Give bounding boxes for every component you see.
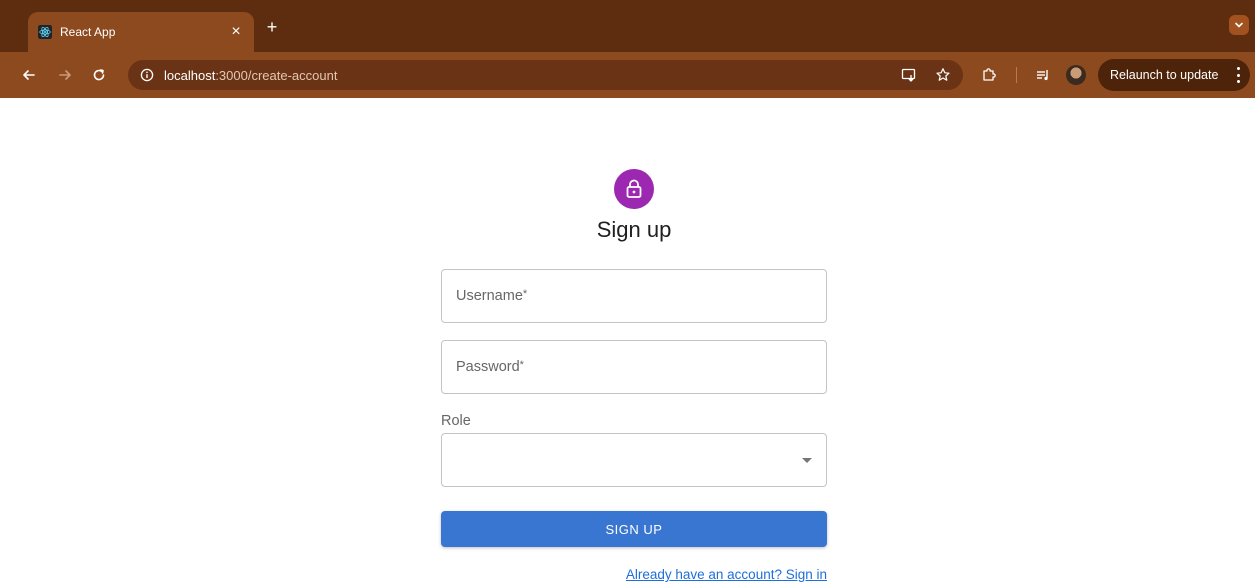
relaunch-to-update-button[interactable]: Relaunch to update xyxy=(1098,59,1250,91)
browser-toolbar: localhost:3000/create-account Relaunch t… xyxy=(0,52,1255,98)
media-controls-button[interactable] xyxy=(1032,64,1054,86)
role-select[interactable] xyxy=(441,433,827,487)
arrow-right-icon xyxy=(59,70,71,80)
sign-in-link[interactable]: Already have an account? Sign in xyxy=(441,567,827,582)
url-path: :3000/create-account xyxy=(215,67,338,83)
profile-avatar[interactable] xyxy=(1066,65,1086,85)
tab-search-button[interactable] xyxy=(1229,15,1249,35)
react-icon xyxy=(38,25,52,39)
username-label: Username* xyxy=(456,288,528,304)
password-field[interactable]: Password* xyxy=(441,340,827,394)
tab-title: React App xyxy=(60,25,116,39)
lock-icon xyxy=(626,179,642,198)
role-label: Role xyxy=(441,413,471,429)
tab-close-icon[interactable]: × xyxy=(224,24,248,40)
chevron-down-icon xyxy=(1235,22,1243,28)
reload-icon xyxy=(93,69,105,81)
browser-tab-react-app[interactable]: React App × xyxy=(28,12,254,52)
install-app-icon[interactable] xyxy=(899,65,919,85)
more-menu-icon[interactable] xyxy=(1236,67,1240,83)
star-icon[interactable] xyxy=(933,65,953,85)
username-field[interactable]: Username* xyxy=(441,269,827,323)
forward-button[interactable] xyxy=(54,64,76,86)
info-icon[interactable] xyxy=(140,68,154,82)
media-controls-icon xyxy=(1037,70,1048,81)
page-title: Sign up xyxy=(596,217,672,242)
back-button[interactable] xyxy=(18,64,40,86)
arrow-left-icon xyxy=(23,70,35,80)
password-label: Password* xyxy=(456,359,524,375)
address-bar[interactable]: localhost:3000/create-account xyxy=(128,60,963,90)
lock-avatar xyxy=(614,169,654,209)
browser-tab-bar: React App × + xyxy=(0,0,1255,52)
reload-button[interactable] xyxy=(88,64,110,86)
address-url: localhost:3000/create-account xyxy=(164,68,337,83)
arrow-drop-down-icon xyxy=(802,458,812,463)
url-host: localhost xyxy=(164,67,216,83)
toolbar-divider xyxy=(1016,67,1017,83)
new-tab-button[interactable]: + xyxy=(262,18,282,36)
relaunch-label: Relaunch to update xyxy=(1110,68,1219,82)
puzzle-icon xyxy=(983,68,996,81)
sign-up-button[interactable]: SIGN UP xyxy=(441,511,827,547)
extensions-button[interactable] xyxy=(978,64,1000,86)
address-bar-actions xyxy=(899,65,953,85)
